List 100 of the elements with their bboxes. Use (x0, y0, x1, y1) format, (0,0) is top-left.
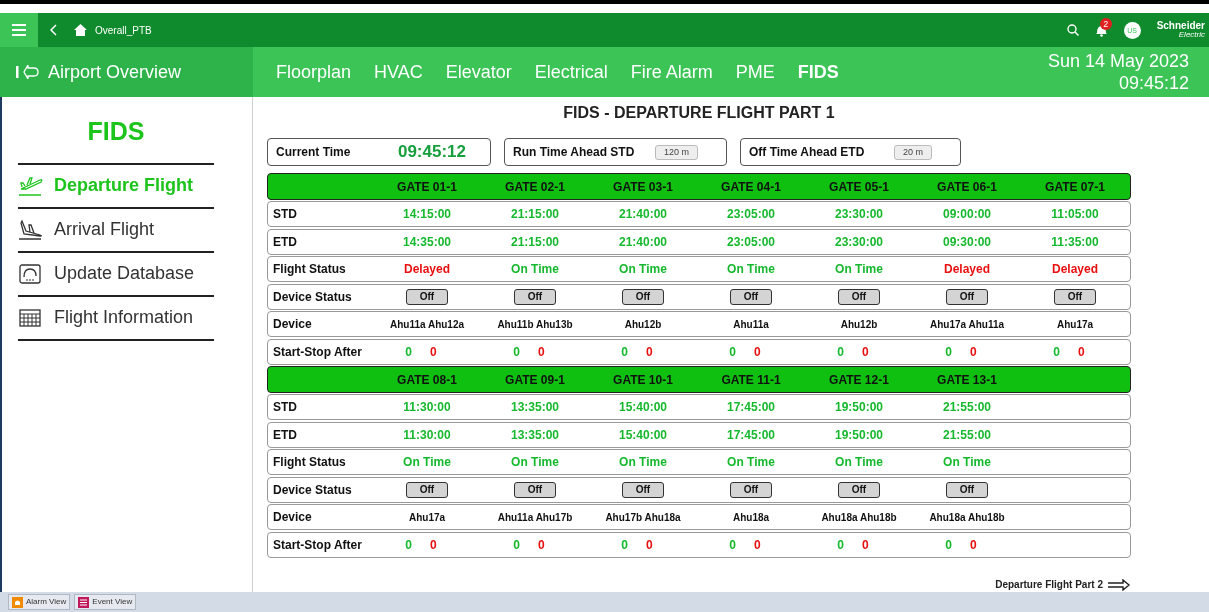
device-cell-text: Ahu12b (623, 317, 663, 332)
status-cell-text: On Time (618, 454, 668, 471)
header-title: Airport Overview (48, 60, 182, 84)
device-cell-text: Ahu11a Ahu12a (388, 317, 466, 332)
gate-name: GATE 08-1 (396, 371, 458, 389)
time-cell-text: 17:45:00 (725, 399, 776, 416)
plane-landing-icon (18, 218, 44, 241)
row-label: ETD (272, 426, 298, 444)
sidebar-item[interactable]: Arrival Flight (18, 208, 214, 253)
gate-name: GATE 09-1 (504, 371, 566, 389)
start-count: 0 (729, 536, 736, 554)
back-button[interactable] (50, 24, 58, 36)
time-cell-text: 14:15:00 (401, 206, 452, 223)
next-page-link[interactable]: Departure Flight Part 2 (995, 577, 1103, 592)
device-toggle-button[interactable]: Off (730, 288, 772, 305)
stop-count: 0 (754, 343, 761, 361)
value-field[interactable]: 20 m (894, 144, 932, 160)
current-time-value: 09:45:12 (397, 141, 466, 164)
time-cell-text: 19:50:00 (833, 426, 884, 444)
stop-count: 0 (862, 536, 869, 554)
time-cell-text: 11:35:00 (1050, 233, 1100, 251)
sidebar-item[interactable]: Update Database (18, 252, 214, 297)
start-count: 0 (945, 536, 952, 554)
stop-count: 0 (970, 536, 977, 554)
row-label: Device Status (272, 481, 353, 499)
device-toggle-button[interactable]: Off (946, 481, 988, 498)
view-tab[interactable]: Event View (74, 594, 137, 610)
start-count: 0 (621, 536, 628, 554)
sidebar-title: FIDS (86, 116, 146, 147)
status-cell-text: On Time (618, 261, 668, 278)
time-cell-text: 14:35:00 (401, 233, 452, 251)
sidebar-item[interactable]: Flight Information (18, 296, 214, 341)
start-count: 0 (945, 343, 952, 361)
device-cell-text: Ahu11a (732, 317, 770, 332)
brand-name: Schneider (1156, 21, 1205, 31)
header-date: Sun 14 May 2023 (1047, 50, 1189, 72)
device-toggle-button[interactable]: Off (622, 481, 664, 498)
view-tab[interactable]: Alarm View (8, 594, 71, 610)
device-toggle-button[interactable]: Off (514, 288, 556, 305)
status-cell-text: On Time (726, 261, 776, 278)
row-label: STD (272, 206, 298, 223)
status-cell-text: On Time (942, 454, 992, 471)
header-time: 09:45:12 (1118, 72, 1189, 94)
row-label: Start-Stop After (272, 343, 363, 361)
status-cell-text: Delayed (403, 261, 451, 278)
device-toggle-button[interactable]: Off (622, 288, 664, 305)
menu-icon (12, 24, 26, 36)
gate-name: GATE 12-1 (828, 371, 890, 389)
row-label: Flight Status (272, 261, 347, 278)
device-toggle-button[interactable]: Off (1054, 288, 1096, 305)
page-title: FIDS - DEPARTURE FLIGHT PART 1 (562, 103, 836, 123)
row-label: Device (272, 509, 313, 526)
value-field[interactable]: 120 m (655, 144, 698, 160)
alarm-icon (12, 596, 23, 608)
exit-arrow-icon (16, 65, 40, 79)
time-cell-text: 11:30:00 (402, 399, 452, 416)
info-label: Current Time (276, 144, 351, 161)
status-cell-text: On Time (834, 261, 884, 278)
gate-name: GATE 01-1 (396, 178, 458, 196)
time-cell-text: 21:15:00 (509, 233, 560, 251)
device-toggle-button[interactable]: Off (838, 288, 880, 305)
device-toggle-button[interactable]: Off (838, 481, 880, 498)
stop-count: 0 (646, 343, 653, 361)
time-cell-text: 09:30:00 (941, 233, 992, 251)
stop-count: 0 (970, 343, 977, 361)
device-cell-text: Ahu17a (407, 510, 447, 525)
time-cell-text: 13:35:00 (509, 426, 560, 444)
brand-subtitle: Electric (1178, 31, 1205, 39)
time-cell-text: 23:05:00 (725, 233, 776, 251)
time-cell-text: 13:35:00 (509, 399, 560, 416)
start-count: 0 (837, 536, 844, 554)
device-cell-text: Ahu17a (1055, 317, 1095, 332)
device-toggle-button[interactable]: Off (946, 288, 988, 305)
time-cell-text: 23:30:00 (833, 206, 884, 223)
device-toggle-button[interactable]: Off (406, 481, 448, 498)
start-count: 0 (837, 343, 844, 361)
start-count: 0 (405, 536, 412, 554)
info-label: Run Time Ahead STD (513, 144, 635, 161)
status-cell-text: Delayed (943, 261, 991, 278)
status-cell-text: On Time (726, 454, 776, 471)
home-icon (74, 24, 87, 36)
device-cell-text: Ahu18a Ahu18b (928, 510, 1006, 525)
breadcrumb-link[interactable]: Overall_PTB (95, 22, 152, 38)
device-toggle-button[interactable]: Off (730, 481, 772, 498)
gate-name: GATE 02-1 (504, 178, 566, 196)
device-toggle-button[interactable]: Off (514, 481, 556, 498)
device-cell-text: Ahu17a Ahu11a (928, 317, 1006, 332)
start-count: 0 (1053, 343, 1060, 361)
time-cell-text: 21:40:00 (617, 233, 668, 251)
time-cell-text: 15:40:00 (617, 426, 668, 444)
device-toggle-button[interactable]: Off (406, 288, 448, 305)
search-icon (1066, 24, 1079, 36)
time-cell-text: 21:55:00 (941, 426, 992, 444)
time-cell-text: 11:05:00 (1050, 206, 1100, 223)
stop-count: 0 (754, 536, 761, 554)
time-cell-text: 09:00:00 (941, 206, 992, 223)
start-count: 0 (621, 343, 628, 361)
calendar-grid-icon (18, 306, 44, 329)
device-cell-text: Ahu11b Ahu13b (496, 317, 574, 332)
device-cell-text: Ahu18a Ahu18b (820, 510, 898, 525)
